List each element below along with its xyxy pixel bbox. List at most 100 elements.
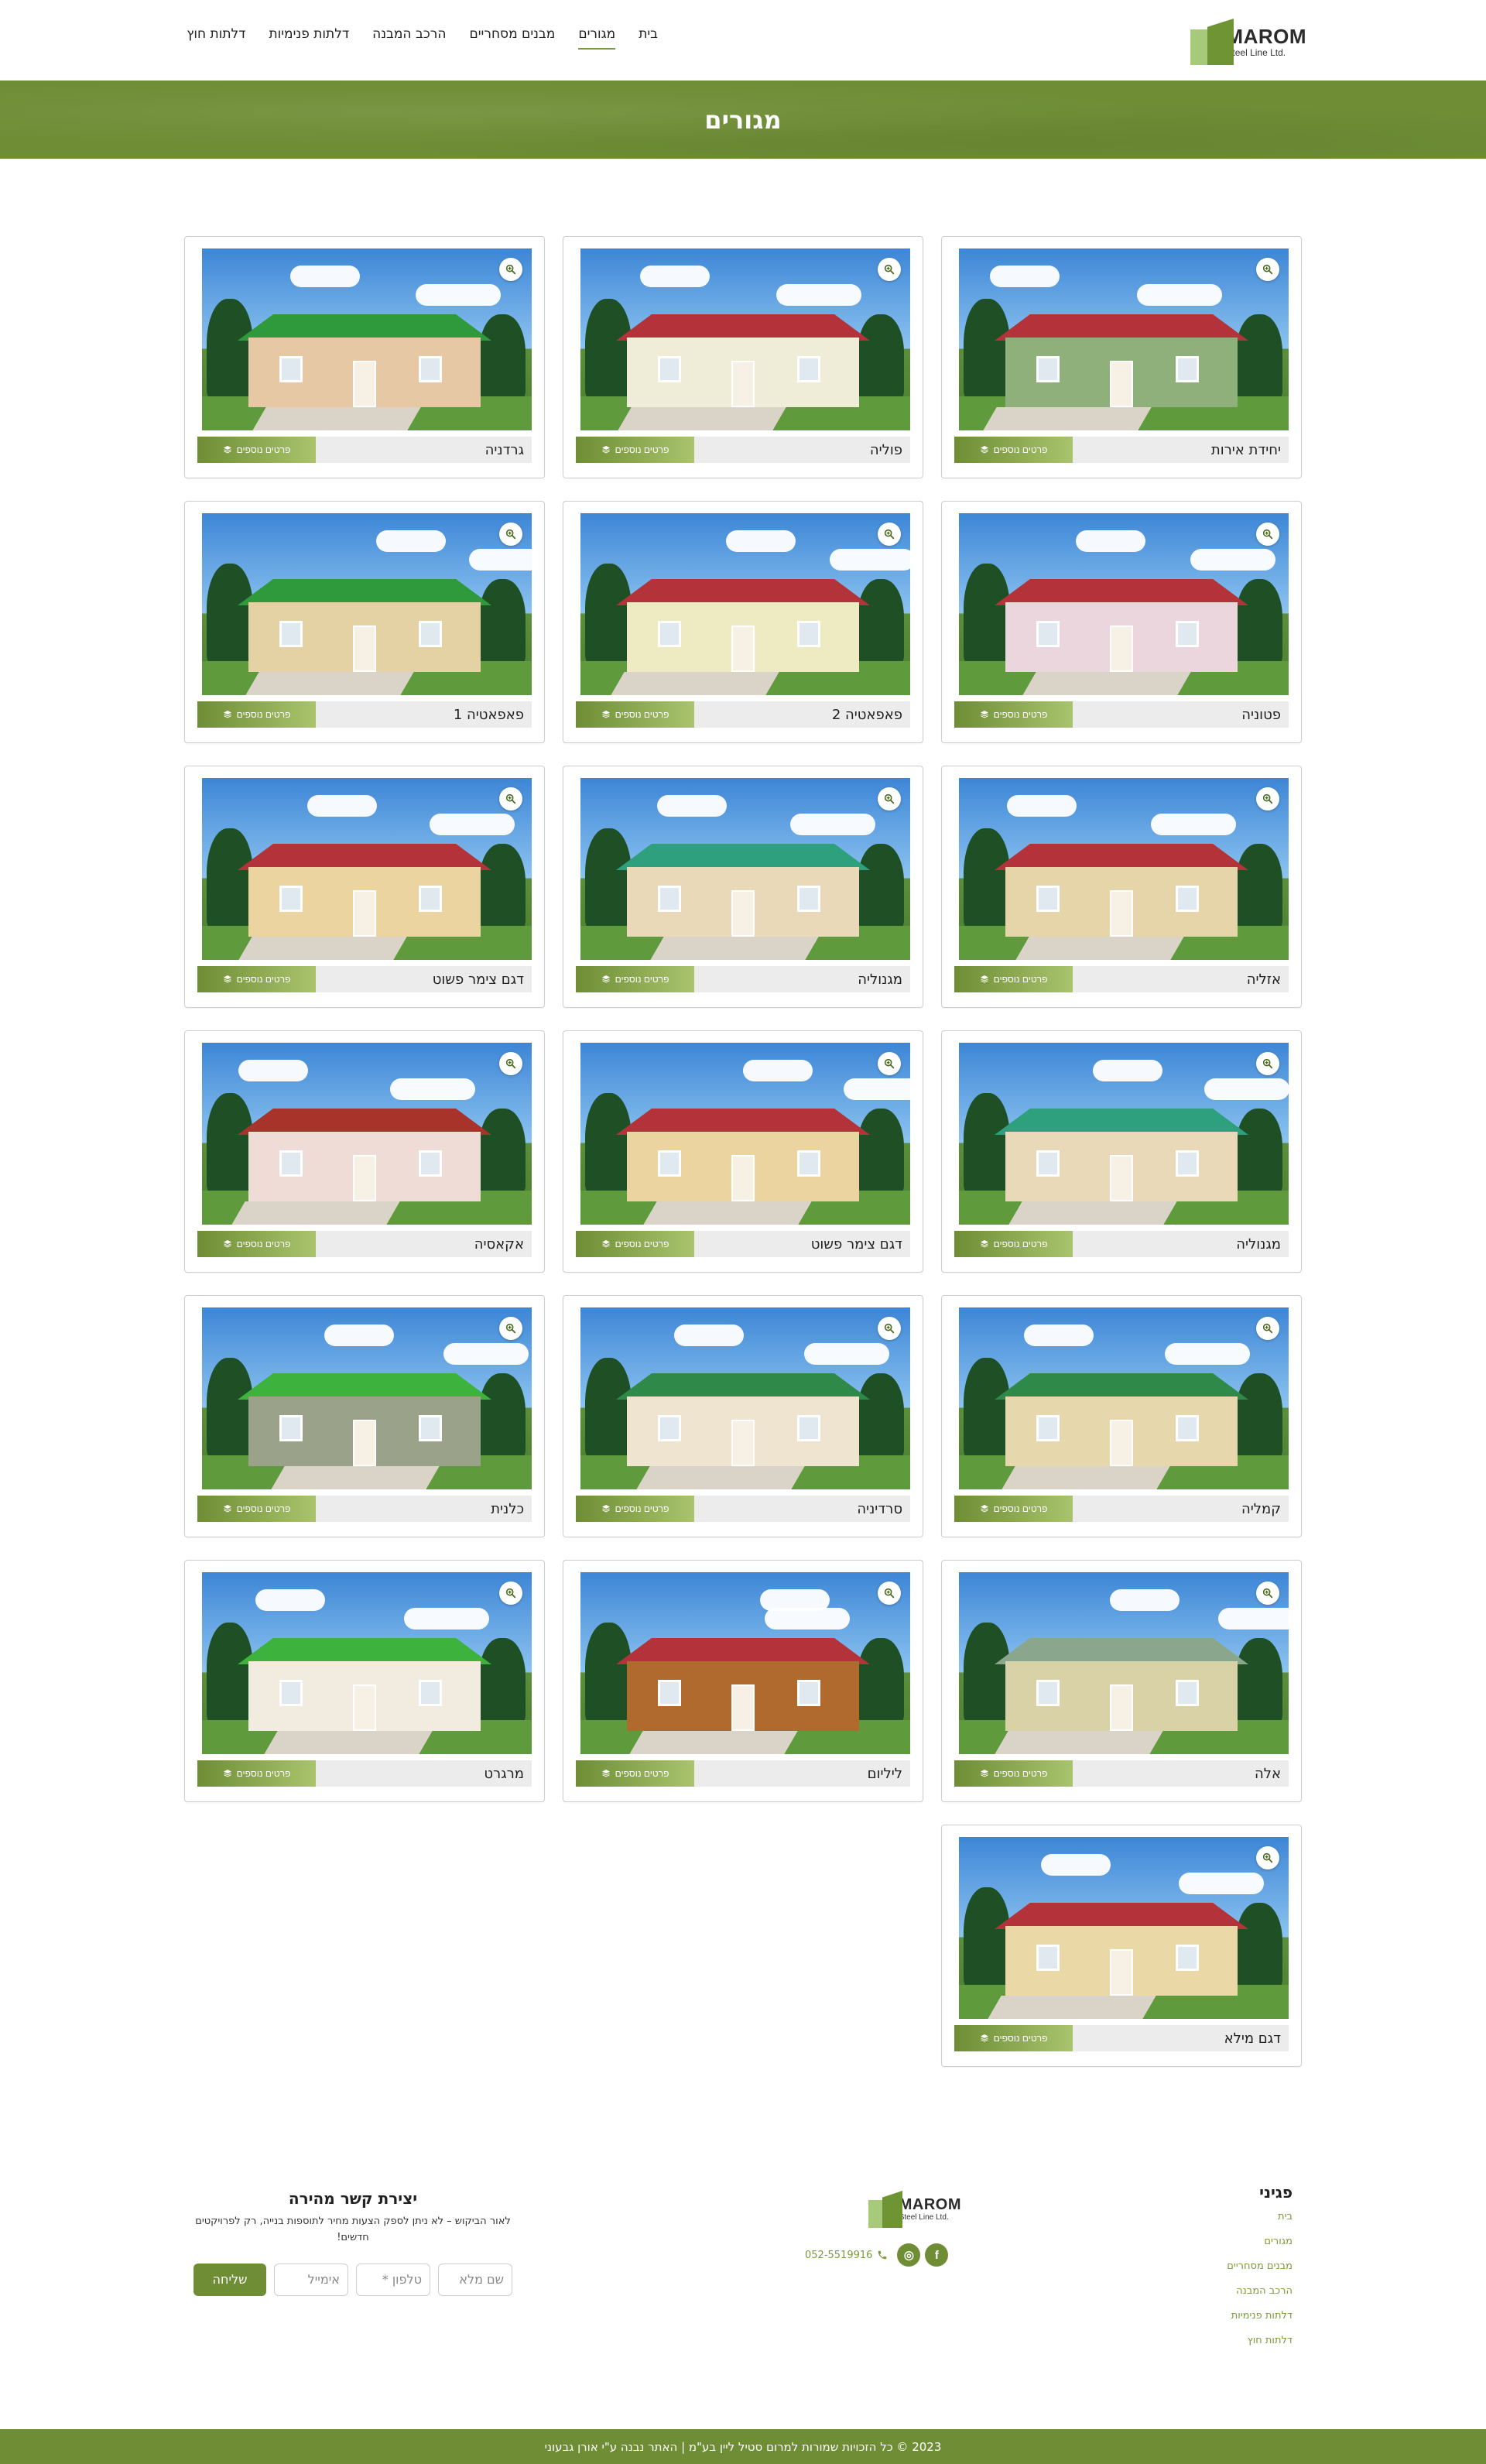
layers-icon — [223, 1504, 232, 1513]
zoom-icon[interactable] — [878, 787, 901, 810]
zoom-icon[interactable] — [1256, 1846, 1279, 1869]
more-details-button[interactable]: פרטים נוספים — [197, 1760, 316, 1787]
more-details-button[interactable]: פרטים נוספים — [576, 966, 694, 992]
product-image[interactable] — [202, 778, 532, 960]
product-image[interactable] — [959, 513, 1289, 695]
zoom-icon[interactable] — [499, 1582, 522, 1605]
nav-item-1[interactable]: מגורים — [578, 26, 616, 50]
product-card[interactable]: פאפאטיה 2 פרטים נוספים — [563, 501, 923, 743]
zoom-icon[interactable] — [499, 1052, 522, 1075]
product-card[interactable]: דגם מילא פרטים נוספים — [941, 1825, 1302, 2067]
more-details-button[interactable]: פרטים נוספים — [576, 1760, 694, 1787]
zoom-icon[interactable] — [1256, 787, 1279, 810]
nav-item-4[interactable]: דלתות פנימיות — [269, 26, 349, 50]
zoom-icon[interactable] — [878, 258, 901, 281]
more-details-button[interactable]: פרטים נוספים — [954, 1496, 1073, 1522]
product-image[interactable] — [580, 1572, 910, 1754]
more-details-button[interactable]: פרטים נוספים — [197, 1231, 316, 1257]
card-footer: פאפאטיה 1 פרטים נוספים — [197, 701, 532, 728]
product-image[interactable] — [959, 778, 1289, 960]
product-image[interactable] — [959, 248, 1289, 430]
product-image[interactable] — [959, 1307, 1289, 1489]
product-image[interactable] — [202, 1307, 532, 1489]
zoom-icon[interactable] — [499, 1317, 522, 1340]
footer-phone[interactable]: 052-5519916 — [805, 2250, 888, 2261]
product-image[interactable] — [580, 778, 910, 960]
zoom-icon[interactable] — [1256, 1582, 1279, 1605]
product-card[interactable]: מגנוליה פרטים נוספים — [941, 1030, 1302, 1273]
more-details-button[interactable]: פרטים נוספים — [954, 2025, 1073, 2051]
nav-item-0[interactable]: בית — [639, 26, 658, 50]
product-image[interactable] — [580, 248, 910, 430]
more-details-button[interactable]: פרטים נוספים — [197, 966, 316, 992]
footer-link[interactable]: מגורים — [1138, 2236, 1293, 2247]
product-card[interactable]: פוליה פרטים נוספים — [563, 236, 923, 478]
footer-link[interactable]: דלתות חוץ — [1138, 2335, 1293, 2346]
product-card[interactable]: ליליום פרטים נוספים — [563, 1560, 923, 1802]
instagram-icon[interactable]: ◎ — [897, 2243, 921, 2267]
product-card[interactable]: דגם צימר פשוט פרטים נוספים — [563, 1030, 923, 1273]
product-card[interactable]: מגנוליה פרטים נוספים — [563, 766, 923, 1008]
footer-link[interactable]: בית — [1138, 2211, 1293, 2222]
more-details-button[interactable]: פרטים נוספים — [954, 1231, 1073, 1257]
more-details-button[interactable]: פרטים נוספים — [197, 701, 316, 728]
site-logo[interactable]: MAROM Steel Line Ltd. — [1190, 17, 1306, 67]
footer-logo[interactable]: MAROM Steel Line Ltd. — [868, 2188, 961, 2231]
nav-item-3[interactable]: הרכב המבנה — [372, 26, 446, 50]
product-card[interactable]: אלה פרטים נוספים — [941, 1560, 1302, 1802]
more-details-button[interactable]: פרטים נוספים — [576, 1496, 694, 1522]
product-card[interactable]: סרדיניה פרטים נוספים — [563, 1295, 923, 1537]
product-card[interactable]: גרדניה פרטים נוספים — [184, 236, 545, 478]
product-image[interactable] — [202, 513, 532, 695]
zoom-icon[interactable] — [499, 258, 522, 281]
product-card[interactable]: כלנית פרטים נוספים — [184, 1295, 545, 1537]
product-image[interactable] — [202, 248, 532, 430]
more-details-button[interactable]: פרטים נוספים — [197, 437, 316, 463]
more-details-button[interactable]: פרטים נוספים — [197, 1496, 316, 1522]
zoom-icon[interactable] — [1256, 1317, 1279, 1340]
product-image[interactable] — [959, 1837, 1289, 2019]
product-image[interactable] — [959, 1043, 1289, 1225]
card-footer: פאפאטיה 2 פרטים נוספים — [576, 701, 910, 728]
product-image[interactable] — [580, 1307, 910, 1489]
zoom-icon[interactable] — [878, 1052, 901, 1075]
zoom-icon[interactable] — [878, 1582, 901, 1605]
nav-item-5[interactable]: דלתות חוץ — [187, 26, 245, 50]
product-card[interactable]: פאפאטיה 1 פרטים נוספים — [184, 501, 545, 743]
submit-button[interactable]: שליחה — [193, 2263, 266, 2296]
product-card[interactable]: אקאסיה פרטים נוספים — [184, 1030, 545, 1273]
product-card[interactable]: קמליה פרטים נוספים — [941, 1295, 1302, 1537]
nav-item-2[interactable]: מבנים מסחריים — [469, 26, 555, 50]
product-card[interactable]: אזליה פרטים נוספים — [941, 766, 1302, 1008]
zoom-icon[interactable] — [1256, 1052, 1279, 1075]
product-card[interactable]: יחידת אירות פרטים נוספים — [941, 236, 1302, 478]
more-details-button[interactable]: פרטים נוספים — [576, 1231, 694, 1257]
more-details-button[interactable]: פרטים נוספים — [954, 701, 1073, 728]
product-image[interactable] — [959, 1572, 1289, 1754]
full-name-input[interactable] — [438, 2263, 512, 2296]
more-details-button[interactable]: פרטים נוספים — [954, 966, 1073, 992]
product-card[interactable]: מרגרט פרטים נוספים — [184, 1560, 545, 1802]
more-details-button[interactable]: פרטים נוספים — [954, 1760, 1073, 1787]
product-image[interactable] — [202, 1572, 532, 1754]
zoom-icon[interactable] — [499, 523, 522, 546]
footer-link[interactable]: מבנים מסחריים — [1138, 2260, 1293, 2272]
product-card[interactable]: דגם צימר פשוט פרטים נוספים — [184, 766, 545, 1008]
more-details-button[interactable]: פרטים נוספים — [576, 437, 694, 463]
footer-link[interactable]: דלתות פנימיות — [1138, 2310, 1293, 2322]
zoom-icon[interactable] — [878, 523, 901, 546]
facebook-icon[interactable]: f — [925, 2243, 949, 2267]
zoom-icon[interactable] — [878, 1317, 901, 1340]
zoom-icon[interactable] — [499, 787, 522, 810]
more-details-button[interactable]: פרטים נוספים — [954, 437, 1073, 463]
more-details-button[interactable]: פרטים נוספים — [576, 701, 694, 728]
product-card[interactable]: פטוניה פרטים נוספים — [941, 501, 1302, 743]
phone-input[interactable] — [356, 2263, 430, 2296]
footer-link[interactable]: הרכב המבנה — [1138, 2285, 1293, 2297]
product-image[interactable] — [580, 513, 910, 695]
email-input[interactable] — [274, 2263, 348, 2296]
product-image[interactable] — [202, 1043, 532, 1225]
zoom-icon[interactable] — [1256, 523, 1279, 546]
zoom-icon[interactable] — [1256, 258, 1279, 281]
product-image[interactable] — [580, 1043, 910, 1225]
